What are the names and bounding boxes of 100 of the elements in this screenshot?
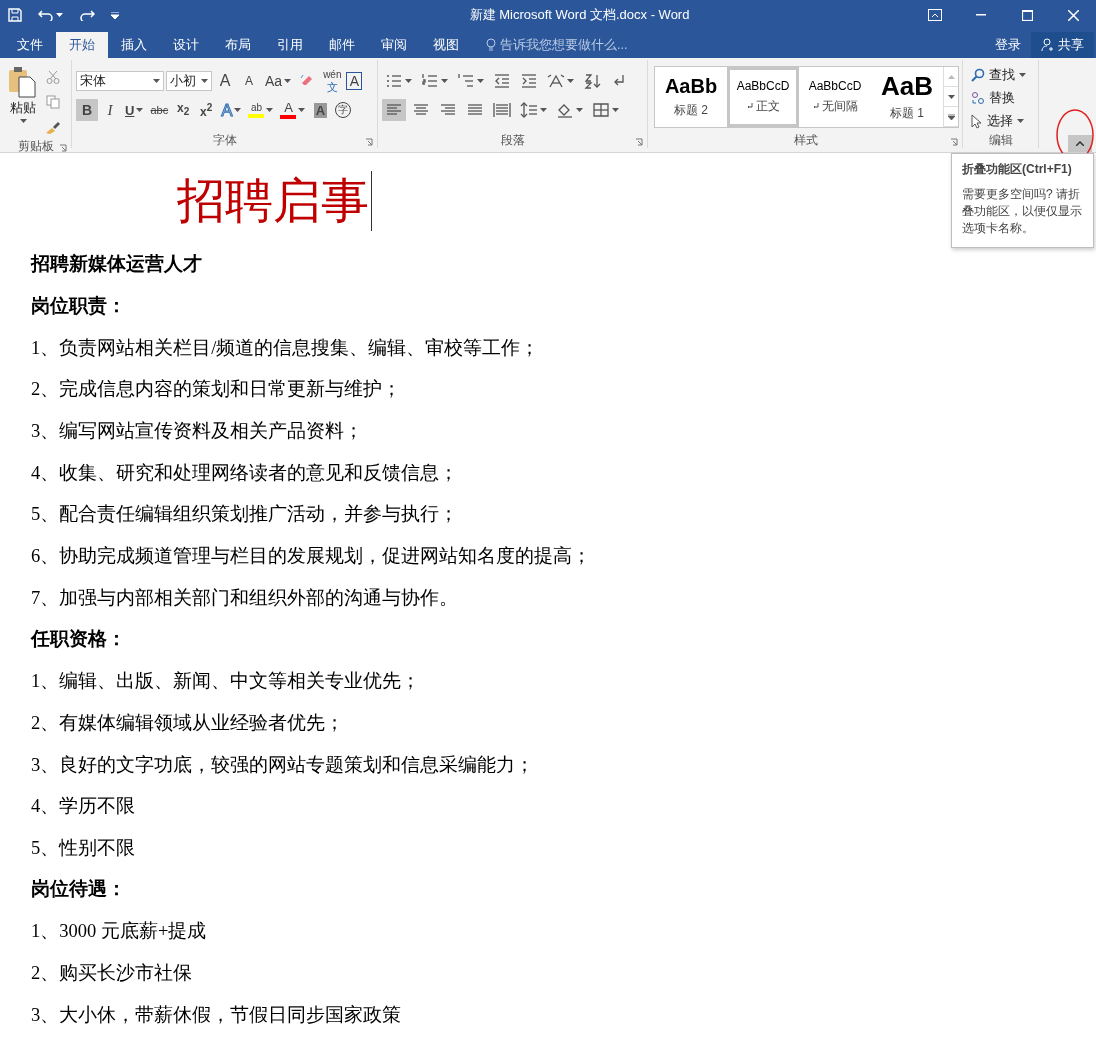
change-case-button[interactable]: Aa [262,70,295,92]
caret-icon [111,11,119,19]
ribbon-tab[interactable]: 引用 [264,32,316,58]
dropdown-arrow-icon [405,79,412,83]
section-heading: 岗位职责： [31,292,126,318]
maximize-icon [1021,9,1033,21]
highlight-button[interactable]: ab [245,99,277,121]
increase-indent-icon [520,73,538,89]
ribbon-tab[interactable]: 邮件 [316,32,368,58]
align-distributed-icon [493,102,511,118]
close-icon [1067,9,1079,21]
character-border-button[interactable]: A [346,72,363,90]
group-label: 段落 [500,131,525,149]
text-cursor [371,171,372,231]
dialog-launcher-icon[interactable] [950,138,958,146]
dropdown-arrow-icon [266,108,274,112]
undo-icon [38,9,54,21]
select-button[interactable]: 选择 [967,110,1030,132]
save-icon [8,8,22,22]
ribbon-tab[interactable]: 布局 [212,32,264,58]
font-color-button[interactable]: A [277,99,309,121]
align-left-icon [385,102,403,118]
style-name: 无间隔 [821,97,858,115]
dropdown-arrow-icon [1017,119,1024,123]
text-layout-icon [547,73,565,89]
ribbon-tab[interactable]: 视图 [420,32,472,58]
ribbon-tab[interactable]: 审阅 [368,32,420,58]
style-preview: AaBbCcD [808,79,862,92]
chevron-up-icon [1076,141,1084,146]
italic-button[interactable]: I [99,99,121,121]
redo-icon [79,9,95,21]
ribbon-tab[interactable]: 插入 [108,32,160,58]
align-center-icon [412,102,430,118]
style-preview: AaB [881,72,933,99]
section-heading: 招聘新媒体运营人才 [31,250,202,276]
style-preview: AaBbCcD [736,79,790,92]
ribbon-tab[interactable]: 文件 [4,32,56,58]
style-item[interactable]: AaBbCcD 正文 [727,67,799,127]
paragraph-text: 4、学历不限 [31,795,136,819]
copy-icon [46,95,60,109]
paragraph-text: 3、良好的文字功底，较强的网站专题策划和信息采编能力； [31,753,535,777]
dialog-launcher-icon[interactable] [635,138,643,146]
paragraph-text: 3、大小休，带薪休假，节假日同步国家政策 [31,1003,402,1027]
replace-button[interactable]: 替换 [967,87,1030,109]
multilevel-list-icon [457,73,475,89]
strikethrough-button[interactable]: abc [147,99,172,121]
dropdown-arrow-icon [284,79,292,83]
dropdown-arrow-icon [612,108,619,112]
paint-bucket-icon [556,102,574,118]
align-left-button[interactable] [382,99,406,121]
paste-button[interactable]: 粘贴 [4,64,42,138]
style-preview: AaBb [664,75,718,96]
section-heading: 任职资格： [31,626,126,652]
group-label: 样式 [794,131,818,149]
bold-button[interactable]: B [76,99,98,121]
dropdown-arrow-icon [298,108,306,112]
borders-icon [592,102,610,118]
document-title: 招聘启事 [177,173,369,229]
group-label: 字体 [212,131,237,149]
paragraph-text: 7、加强与内部相关部门和组织外部的沟通与协作。 [31,586,459,610]
style-name: 标题 1 [890,104,924,122]
scissors-icon [46,70,60,84]
style-name: 正文 [755,97,780,115]
paragraph-text: 2、购买长沙市社保 [31,962,193,986]
superscript-button[interactable]: x$^{2}$ [195,99,218,121]
cursor-icon [971,113,983,129]
dropdown-arrow-icon [576,108,583,112]
ribbon-tab[interactable]: 设计 [160,32,212,58]
dropdown-arrow-icon [136,108,144,112]
dropdown-arrow-icon [19,119,27,123]
shrink-font-button[interactable]: A [238,70,260,92]
share-button[interactable]: 共享 [1031,32,1094,58]
dialog-launcher-icon[interactable] [365,138,373,146]
up-arrow-icon [947,74,955,79]
grow-font-button[interactable]: A [214,70,236,92]
sign-in-link[interactable]: 登录 [985,32,1031,58]
tell-me-field[interactable]: 告诉我您想要做什么... [500,36,628,54]
phonetic-guide-button[interactable]: wén 文 [320,70,345,92]
find-button[interactable]: 查找 [967,64,1030,86]
dropdown-arrow-icon [153,79,160,83]
dropdown-arrow-icon [567,79,574,83]
font-name-field[interactable]: 宋体 [76,71,164,91]
paragraph-text: 5、性别不限 [31,836,136,860]
paragraph-text: 6、协助完成频道管理与栏目的发展规划，促进网站知名度的提高； [31,545,592,569]
tooltip-title: 折叠功能区(Ctrl+F1) [962,161,1073,178]
ribbon-tab[interactable]: 开始 [56,32,108,58]
dropdown-arrow-icon [441,79,448,83]
font-size-field[interactable]: 小初 [166,71,212,91]
group-label: 剪贴板 [17,137,54,155]
dropdown-arrow-icon [540,108,547,112]
dialog-launcher-icon[interactable] [59,144,67,152]
collapse-ribbon-button[interactable] [1068,135,1092,152]
dropdown-arrow-icon [477,79,484,83]
dropdown-arrow-icon [56,13,63,17]
underline-button[interactable]: U [122,99,147,121]
dropdown-arrow-icon [947,94,955,99]
paragraph-text: 1、编辑、出版、新闻、中文等相关专业优先； [31,670,421,694]
ribbon-options-icon [928,9,942,21]
align-justify-icon [466,102,484,118]
subscript-button[interactable]: x$_{2}$ [172,99,195,121]
